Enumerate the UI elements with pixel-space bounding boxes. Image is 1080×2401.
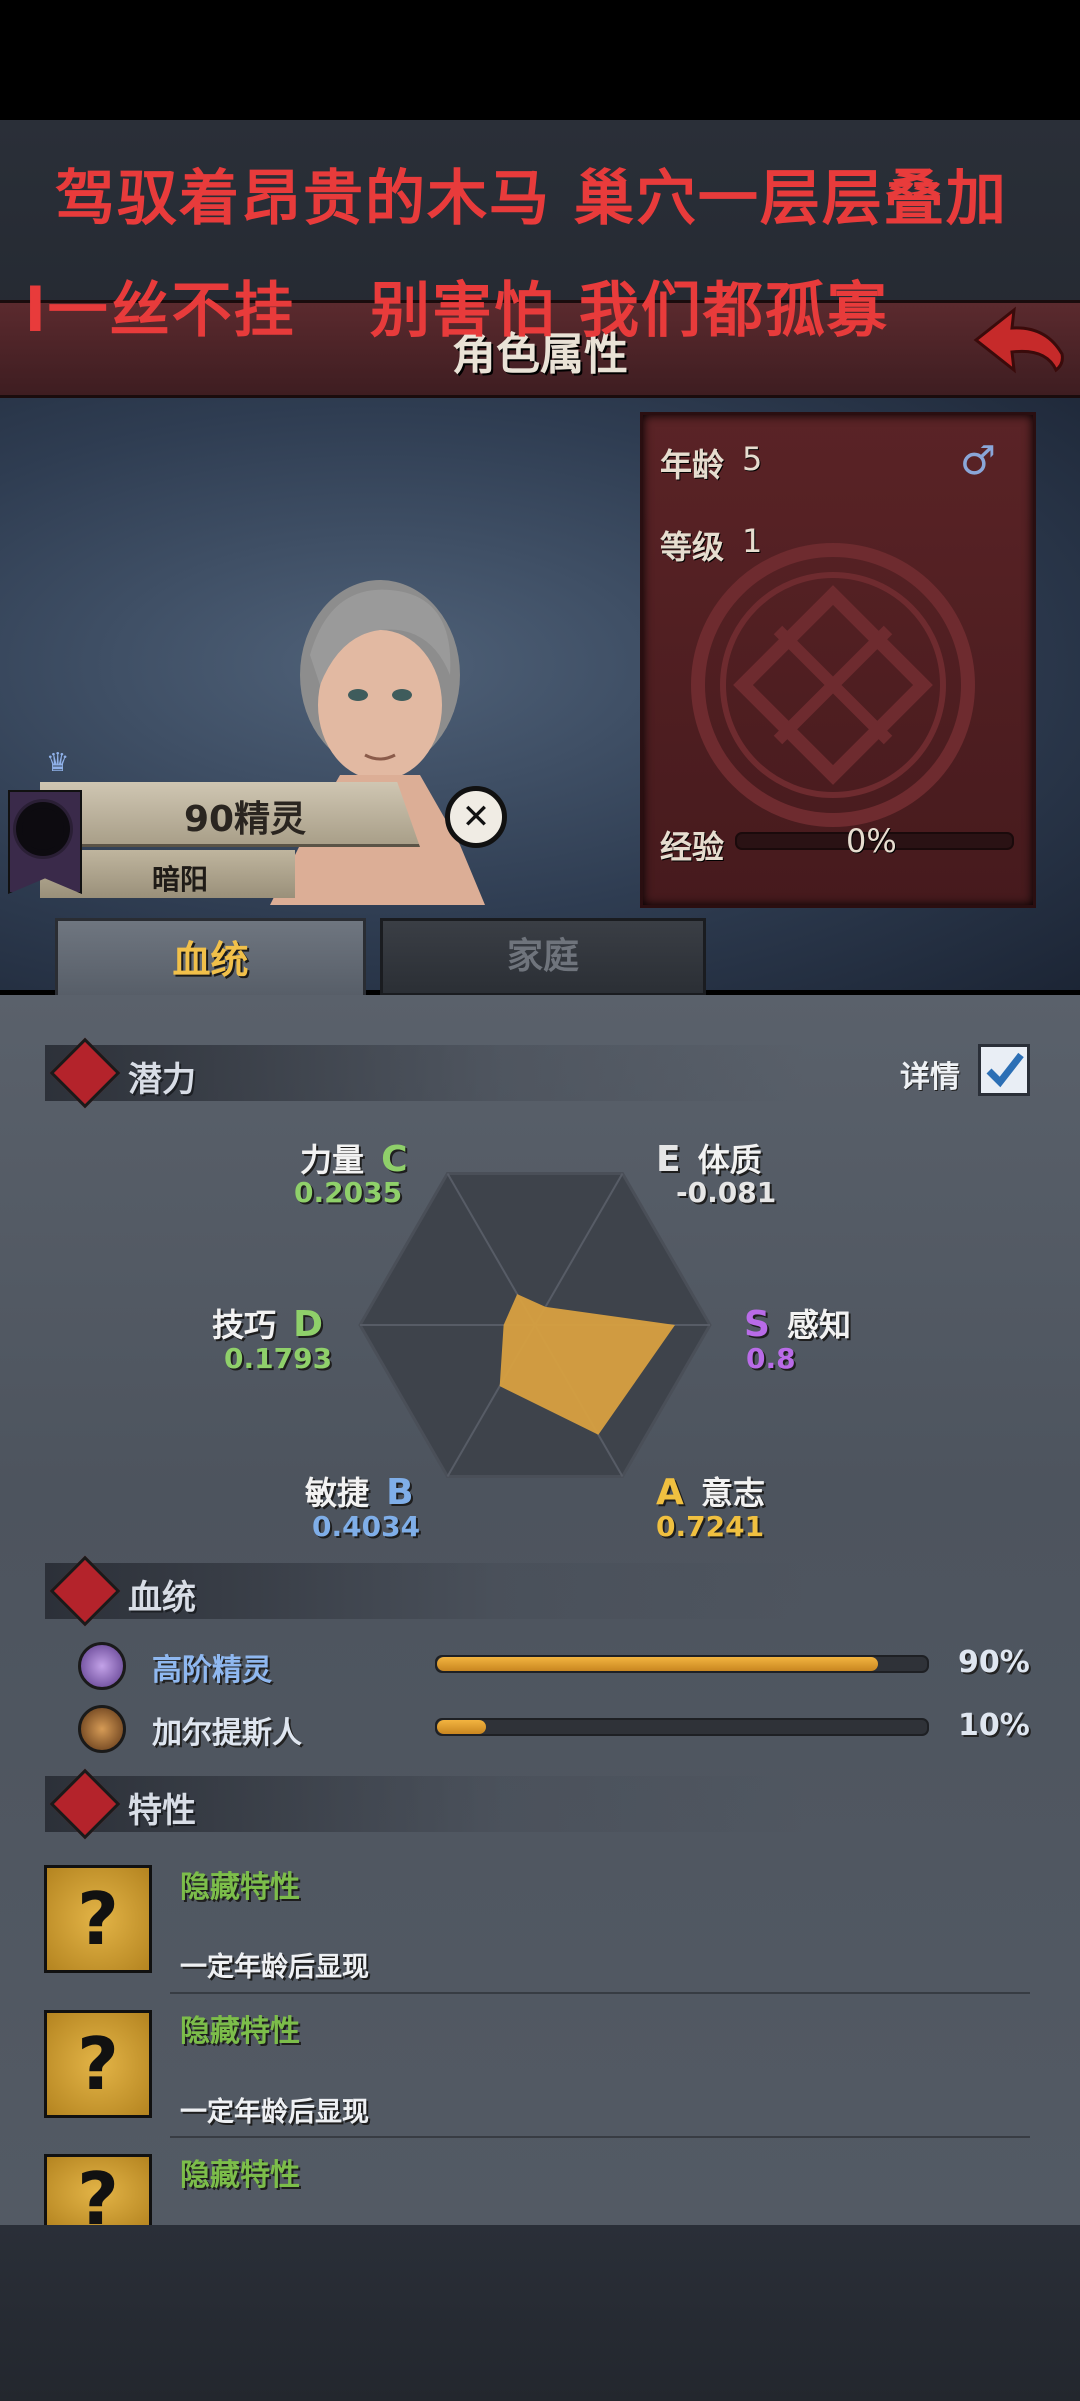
unknown-trait-icon[interactable]: ? bbox=[44, 2154, 152, 2231]
galtis-icon bbox=[78, 1705, 126, 1753]
stat-willpower-name: 意志 bbox=[700, 1474, 765, 1512]
crown-icon: ♛ bbox=[46, 748, 70, 778]
bottom-area bbox=[0, 2225, 1080, 2401]
stat-agility-value: 0.4034 bbox=[312, 1510, 421, 1543]
stat-willpower-grade: A bbox=[656, 1472, 684, 1513]
traits-title: 特性 bbox=[128, 1791, 196, 1831]
bloodline-bar bbox=[435, 1655, 929, 1673]
dark-sun-icon bbox=[22, 808, 64, 850]
age-value: 5 bbox=[742, 440, 763, 478]
checkmark-icon bbox=[986, 1052, 1024, 1088]
lyric-overlay-line2-right: 别害怕 我们都孤寡 bbox=[370, 276, 889, 346]
trait-desc: 一定年龄后显现 bbox=[180, 1952, 369, 1983]
bloodline-item-percent: 90% bbox=[958, 1645, 1030, 1680]
stat-agility-grade: B bbox=[386, 1472, 414, 1513]
stat-agility: 敏捷 B bbox=[305, 1468, 414, 1514]
stat-perception-value: 0.8 bbox=[746, 1342, 796, 1375]
back-arrow-icon bbox=[973, 306, 1064, 374]
age-label: 年龄 bbox=[660, 446, 725, 484]
stat-strength: 力量 C bbox=[300, 1135, 408, 1181]
close-icon[interactable]: ✕ bbox=[445, 786, 507, 848]
stat-perception: S 感知 bbox=[744, 1300, 851, 1346]
stat-constitution-value: -0.081 bbox=[676, 1176, 777, 1209]
stat-constitution: E 体质 bbox=[656, 1135, 762, 1181]
bloodline-bar-fill bbox=[437, 1657, 878, 1671]
character-race-name: 90精灵 bbox=[183, 799, 307, 840]
high-elf-icon bbox=[78, 1642, 126, 1690]
lyric-overlay-line2-left: l一丝不挂 bbox=[25, 276, 296, 346]
character-title: 暗阳 bbox=[151, 863, 208, 896]
bloodline-title: 血统 bbox=[128, 1578, 196, 1618]
stat-willpower-value: 0.7241 bbox=[656, 1510, 765, 1543]
level-value: 1 bbox=[742, 522, 763, 560]
tab-family[interactable]: 家庭 bbox=[380, 918, 706, 996]
stat-strength-name: 力量 bbox=[300, 1141, 365, 1179]
lyric-overlay-line1: 驾驭着昂贵的木马 巢穴一层层叠加 bbox=[55, 164, 1008, 234]
stat-perception-grade: S bbox=[744, 1304, 770, 1345]
male-gender-icon: ♂ bbox=[960, 438, 996, 484]
exp-label: 经验 bbox=[660, 828, 725, 866]
potential-title: 潜力 bbox=[128, 1060, 196, 1100]
stat-constitution-grade: E bbox=[656, 1139, 681, 1180]
details-label: 详情 bbox=[900, 1060, 960, 1095]
unknown-trait-icon[interactable]: ? bbox=[44, 1865, 152, 1973]
stat-strength-value: 0.2035 bbox=[294, 1176, 403, 1209]
bloodline-item-name: 高阶精灵 bbox=[152, 1653, 272, 1688]
trait-title: 隐藏特性 bbox=[180, 1870, 300, 1905]
bloodline-bar-fill bbox=[437, 1720, 486, 1734]
status-bar-area bbox=[0, 0, 1080, 120]
level-label: 等级 bbox=[660, 528, 725, 566]
bloodline-item-name: 加尔提斯人 bbox=[152, 1716, 302, 1751]
trait-divider bbox=[170, 2136, 1030, 2138]
unknown-trait-icon[interactable]: ? bbox=[44, 2010, 152, 2118]
stat-agility-name: 敏捷 bbox=[305, 1474, 370, 1512]
stat-constitution-name: 体质 bbox=[697, 1141, 762, 1179]
knot-emblem-icon bbox=[691, 543, 975, 827]
stat-strength-grade: C bbox=[381, 1139, 408, 1180]
trait-desc: 一定年龄后显现 bbox=[180, 2097, 369, 2128]
back-button[interactable] bbox=[968, 302, 1068, 382]
stat-skill-name: 技巧 bbox=[212, 1306, 277, 1344]
exp-value: 0% bbox=[846, 822, 897, 860]
stat-willpower: A 意志 bbox=[656, 1468, 765, 1514]
trait-divider bbox=[170, 1992, 1030, 1994]
trait-title: 隐藏特性 bbox=[180, 2158, 300, 2193]
bloodline-item-percent: 10% bbox=[958, 1708, 1030, 1743]
stat-perception-name: 感知 bbox=[787, 1306, 852, 1344]
tab-bloodline[interactable]: 血统 bbox=[55, 918, 366, 999]
stat-skill-value: 0.1793 bbox=[224, 1342, 333, 1375]
details-checkbox[interactable] bbox=[978, 1044, 1030, 1096]
stat-skill: 技巧 D bbox=[212, 1300, 323, 1346]
bloodline-bar bbox=[435, 1718, 929, 1736]
stat-skill-grade: D bbox=[293, 1304, 323, 1345]
trait-title: 隐藏特性 bbox=[180, 2014, 300, 2049]
